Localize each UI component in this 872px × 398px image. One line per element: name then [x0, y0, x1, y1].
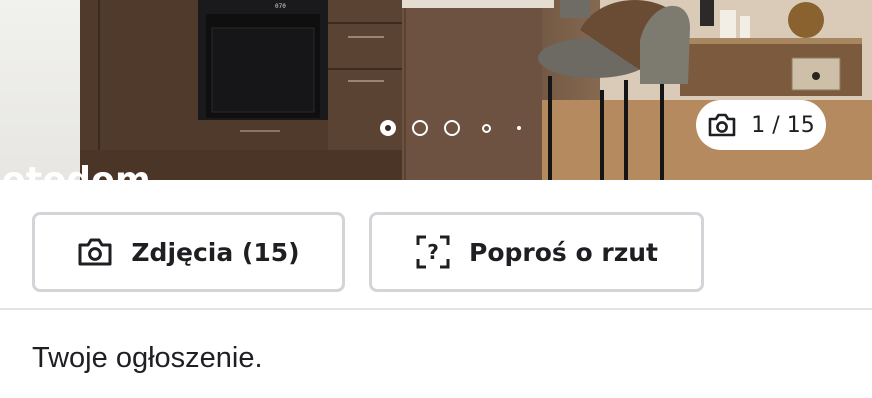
floorplan-question-icon: ? — [416, 235, 450, 269]
photo-gallery[interactable]: 070 otodom 1 / 15 — [0, 0, 872, 180]
gallery-actions: Zdjęcia (15) ? Poproś o rzut — [0, 180, 872, 310]
previous-slide-peek[interactable] — [0, 0, 80, 180]
gallery-pagination-dots — [364, 119, 521, 137]
pagination-dot-tiny[interactable] — [517, 126, 521, 130]
camera-icon — [708, 113, 736, 137]
pagination-dot-inactive[interactable] — [412, 120, 428, 136]
pagination-dot-active[interactable] — [380, 120, 396, 136]
svg-text:?: ? — [427, 240, 439, 264]
photos-button[interactable]: Zdjęcia (15) — [32, 212, 345, 292]
request-floorplan-button[interactable]: ? Poproś o rzut — [369, 212, 704, 292]
photo-counter[interactable]: 1 / 15 — [696, 100, 826, 150]
pagination-dot-inactive[interactable] — [444, 120, 460, 136]
request-floorplan-button-label: Poproś o rzut — [469, 237, 658, 267]
oven-display-text: 070 — [275, 3, 286, 10]
listing-note: Twoje ogłoszenie. — [32, 342, 263, 374]
section-divider — [0, 308, 872, 310]
camera-icon — [78, 238, 112, 266]
previous-slide-logo-text: otodom — [2, 160, 152, 180]
photo-counter-text: 1 / 15 — [751, 112, 815, 138]
pagination-dot-small[interactable] — [482, 123, 491, 133]
listing-photo: 070 — [80, 0, 872, 180]
active-dot-center — [385, 125, 391, 131]
photos-button-label: Zdjęcia (15) — [131, 237, 300, 267]
